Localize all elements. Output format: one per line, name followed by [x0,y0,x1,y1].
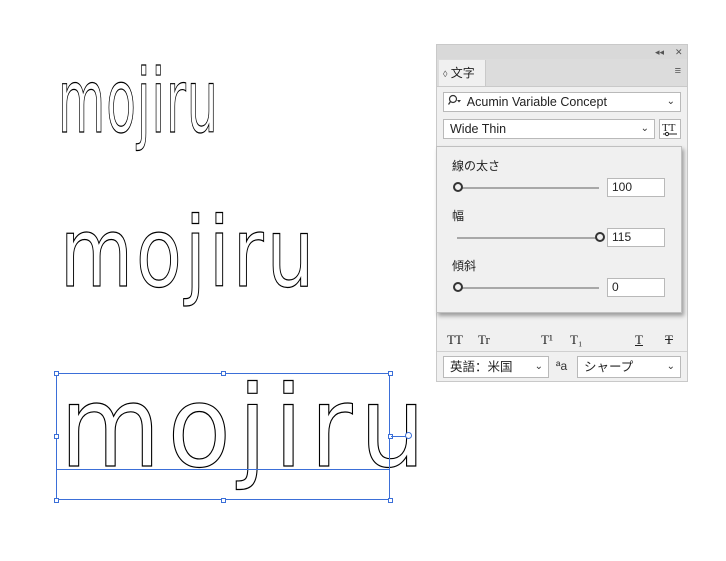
tab-label: 文字 [450,66,475,80]
chevron-down-icon: ⌄ [534,361,543,372]
subscript-button[interactable]: T₁ [570,332,582,348]
handle-top-left[interactable] [54,371,59,376]
panel-title-bar[interactable]: ◂◂ ✕ [437,45,687,59]
underline-button[interactable]: T [635,332,643,348]
slant-slider-knob[interactable] [453,282,463,292]
slant-value-field[interactable]: 0 [607,278,665,297]
width-slider-track[interactable] [457,237,599,239]
out-port-handle[interactable] [405,432,412,439]
chevron-down-icon: ⌄ [666,96,675,107]
width-value-field[interactable]: 115 [607,228,665,247]
strikethrough-button[interactable]: T [665,332,673,348]
font-style-value: Wide Thin [450,122,507,136]
handle-top-right[interactable] [388,371,393,376]
close-icon[interactable]: ✕ [675,45,683,59]
all-caps-button[interactable]: TT [447,332,463,348]
handle-middle-left[interactable] [54,434,59,439]
axis-label-width: 幅 [452,209,465,223]
selection-bounding-box[interactable] [56,373,390,500]
font-family-value: Acumin Variable Concept [466,95,607,109]
tab-character[interactable]: ◊ 文字 [439,60,486,86]
chevron-down-icon: ⌄ [666,361,675,372]
chevron-down-icon: ⌄ [640,123,649,134]
antialias-dropdown[interactable]: シャープ ⌄ [577,356,681,378]
language-value: 英語：米国 [450,360,513,374]
weight-slider-knob[interactable] [453,182,463,192]
collapse-icon[interactable]: ◂◂ [655,45,664,59]
width-slider-knob[interactable] [595,232,605,242]
font-style-dropdown[interactable]: Wide Thin ⌄ [443,119,655,139]
axis-label-slant: 傾斜 [452,259,477,273]
axis-label-weight: 線の太さ [452,159,501,173]
antialias-icon: ªa [556,359,568,373]
handle-bottom-left[interactable] [54,498,59,503]
handle-bottom-right[interactable] [388,498,393,503]
variable-font-flyout: 線の太さ 100 幅 115 傾斜 0 [436,146,682,313]
slant-slider-track[interactable] [457,287,599,289]
svg-text:TT: TT [662,122,676,134]
variable-font-icon[interactable]: TT [659,119,681,139]
antialias-value: シャープ [584,360,634,374]
text-baseline [56,469,390,470]
panel-menu-icon[interactable]: ≡ [675,65,681,77]
text-sample-thin: mojiru [58,50,219,153]
text-sample-medium: mojiru [60,197,318,309]
divider [437,351,687,352]
superscript-button[interactable]: T¹ [541,332,553,348]
handle-bottom-center[interactable] [221,498,226,503]
font-family-dropdown[interactable]: Acumin Variable Concept ⌄ [443,92,681,112]
language-dropdown[interactable]: 英語：米国 ⌄ [443,356,549,378]
search-icon [447,93,464,111]
handle-top-center[interactable] [221,371,226,376]
tab-arrow-icon: ◊ [443,69,448,79]
small-caps-button[interactable]: Tr [478,332,490,348]
weight-slider-track[interactable] [457,187,599,189]
weight-value-field[interactable]: 100 [607,178,665,197]
